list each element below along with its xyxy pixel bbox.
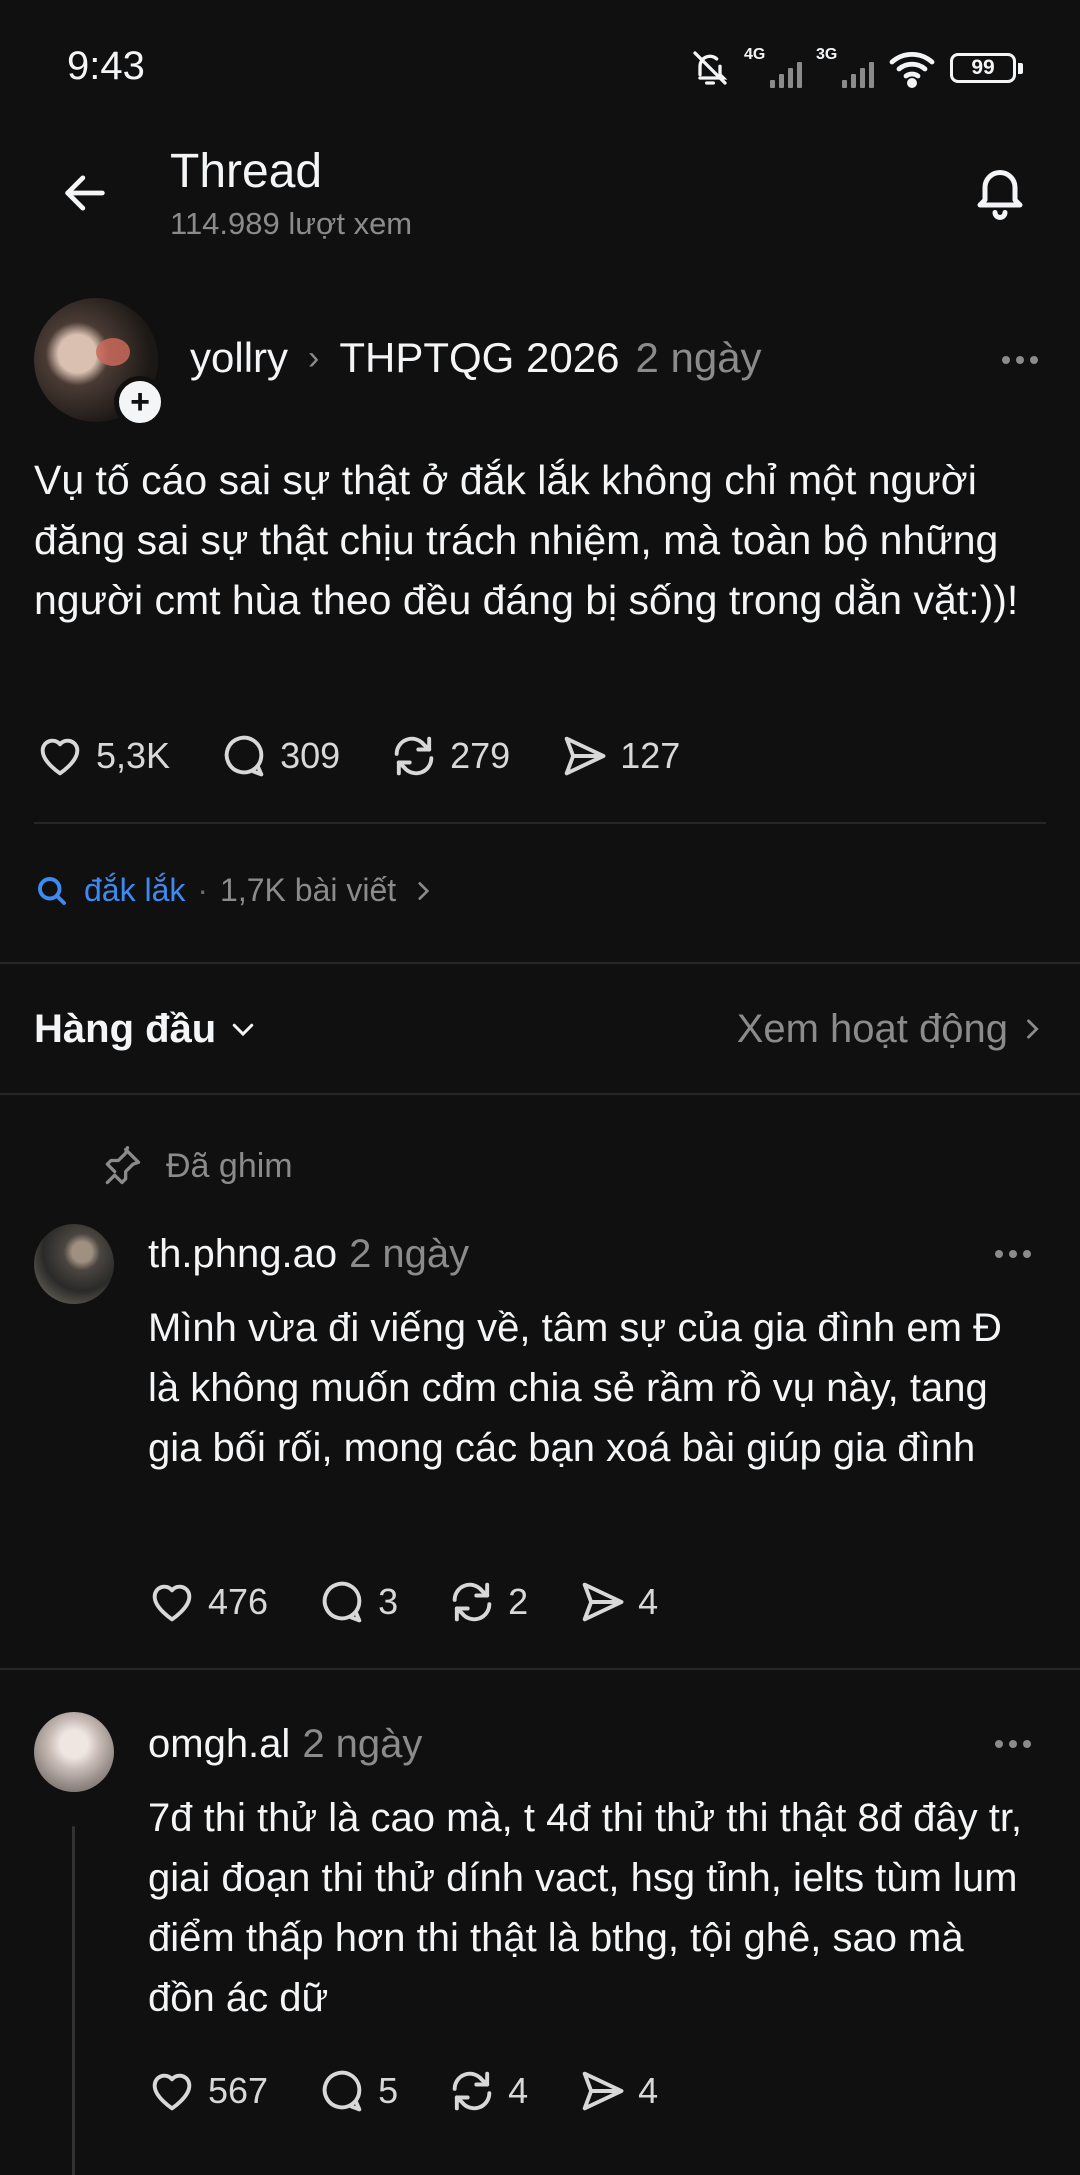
reply-more-button[interactable] xyxy=(983,1724,1043,1764)
reply-time: 2 ngày xyxy=(302,1722,423,1766)
status-bar: 9:43 4G 3G 99 xyxy=(0,0,1080,140)
chevron-right-icon xyxy=(1027,1019,1039,1039)
thread-line xyxy=(72,1826,75,2175)
comment-count: 3 xyxy=(378,1581,399,1622)
send-icon xyxy=(582,1582,624,1622)
repost-icon xyxy=(452,2071,492,2111)
thread-header: Thread 114.989 lượt xem xyxy=(0,140,1080,270)
status-time: 9:43 xyxy=(67,44,145,88)
sort-label: Hàng đầu xyxy=(34,1006,217,1051)
send-icon xyxy=(582,2071,624,2111)
page-title: Thread xyxy=(170,145,323,198)
reply-meta: omgh.al 2 ngày xyxy=(148,1722,422,1767)
send-icon xyxy=(564,736,606,776)
like-count: 567 xyxy=(208,2070,269,2111)
reply-text: 7đ thi thử là cao mà, t 4đ thi thử thi t… xyxy=(148,1796,1023,2020)
reply-actions: 567 5 4 4 xyxy=(146,2065,706,2117)
reply-username[interactable]: omgh.al xyxy=(148,1722,290,1766)
comment-icon xyxy=(322,1581,362,1623)
topic-tag-link[interactable]: đắk lắk · 1,7K bài viết xyxy=(34,872,436,909)
reply-time: 2 ngày xyxy=(349,1232,470,1276)
chevron-right-icon: › xyxy=(308,338,320,377)
search-icon xyxy=(38,876,66,905)
bell-icon xyxy=(977,170,1023,220)
share-button[interactable]: 127 xyxy=(558,730,680,782)
battery-level: 99 xyxy=(971,56,995,79)
like-count: 476 xyxy=(208,1581,269,1622)
reply-meta: th.phng.ao 2 ngày xyxy=(148,1232,469,1277)
avatar[interactable] xyxy=(34,1224,114,1304)
arrow-left-icon xyxy=(65,175,105,211)
view-activity-label: Xem hoạt động xyxy=(736,1006,1008,1051)
status-icons: 4G 3G 99 xyxy=(690,46,1023,88)
notification-button[interactable] xyxy=(960,150,1040,230)
divider xyxy=(34,822,1046,824)
share-count: 127 xyxy=(620,735,681,776)
reply-actions: 476 3 2 4 xyxy=(146,1576,706,1628)
like-count: 5,3K xyxy=(96,735,171,776)
share-button[interactable]: 4 xyxy=(576,2065,658,2117)
reply-text: Mình vừa đi viếng về, tâm sự của gia đìn… xyxy=(148,1306,1002,1470)
comment-button[interactable]: 3 xyxy=(316,1576,398,1628)
share-button[interactable]: 4 xyxy=(576,1576,658,1628)
view-activity-link[interactable]: Xem hoạt động xyxy=(737,1007,1046,1052)
comment-count: 5 xyxy=(378,2070,399,2111)
topic-tag: đắk lắk xyxy=(84,872,186,908)
divider xyxy=(0,962,1080,964)
post-community[interactable]: THPTQG 2026 xyxy=(339,334,619,382)
pinned-label: Đã ghim xyxy=(100,1144,293,1188)
repost-button[interactable]: 279 xyxy=(388,730,510,782)
repost-icon xyxy=(394,736,434,776)
post-time: 2 ngày xyxy=(635,334,762,381)
bell-muted-icon xyxy=(693,51,728,85)
repost-count: 279 xyxy=(450,735,511,776)
battery-icon: 99 xyxy=(950,53,1023,83)
comment-button[interactable]: 5 xyxy=(316,2065,398,2117)
signal-3g-icon: 3G xyxy=(816,46,874,88)
chevron-right-icon xyxy=(418,881,430,900)
heart-icon xyxy=(40,738,80,776)
heart-icon xyxy=(152,1584,192,1622)
repost-button[interactable]: 2 xyxy=(446,1576,528,1628)
repost-icon xyxy=(452,1582,492,1622)
avatar[interactable] xyxy=(34,1712,114,1792)
post-actions: 5,3K 309 279 127 xyxy=(34,730,728,782)
back-button[interactable] xyxy=(50,158,120,228)
divider xyxy=(0,1093,1080,1095)
topic-separator: · xyxy=(197,872,209,908)
comment-count: 309 xyxy=(280,735,341,776)
sort-dropdown[interactable]: Hàng đầu xyxy=(34,1007,258,1052)
wifi-icon xyxy=(889,51,935,88)
like-button[interactable]: 476 xyxy=(146,1576,268,1628)
pinned-text: Đã ghim xyxy=(166,1146,293,1185)
comment-icon xyxy=(224,735,264,777)
reply-username[interactable]: th.phng.ao xyxy=(148,1232,337,1276)
reply-more-button[interactable] xyxy=(983,1234,1043,1274)
comment-icon xyxy=(322,2070,362,2112)
signal-4g-icon: 4G xyxy=(744,46,802,88)
sort-row: Hàng đầu Xem hoạt động xyxy=(34,1004,1046,1054)
post-text: Vụ tố cáo sai sự thật ở đắk lắk không ch… xyxy=(34,457,1019,623)
post-username[interactable]: yollry xyxy=(190,334,288,382)
like-button[interactable]: 5,3K xyxy=(34,730,170,782)
repost-button[interactable]: 4 xyxy=(446,2065,528,2117)
post-meta: yollry › THPTQG 2026 2 ngày xyxy=(190,334,762,382)
follow-button[interactable]: + xyxy=(114,376,166,428)
share-count: 4 xyxy=(638,1581,659,1622)
like-button[interactable]: 567 xyxy=(146,2065,268,2117)
divider xyxy=(0,1668,1080,1670)
post-more-button[interactable] xyxy=(990,340,1050,380)
chevron-down-icon xyxy=(232,1023,254,1037)
comment-button[interactable]: 309 xyxy=(218,730,340,782)
repost-count: 2 xyxy=(508,1581,529,1622)
view-count: 114.989 lượt xem xyxy=(170,206,413,241)
share-count: 4 xyxy=(638,2070,659,2111)
heart-icon xyxy=(152,2073,192,2111)
repost-count: 4 xyxy=(508,2070,529,2111)
topic-post-count: 1,7K bài viết xyxy=(220,872,397,908)
pin-icon xyxy=(105,1146,141,1185)
